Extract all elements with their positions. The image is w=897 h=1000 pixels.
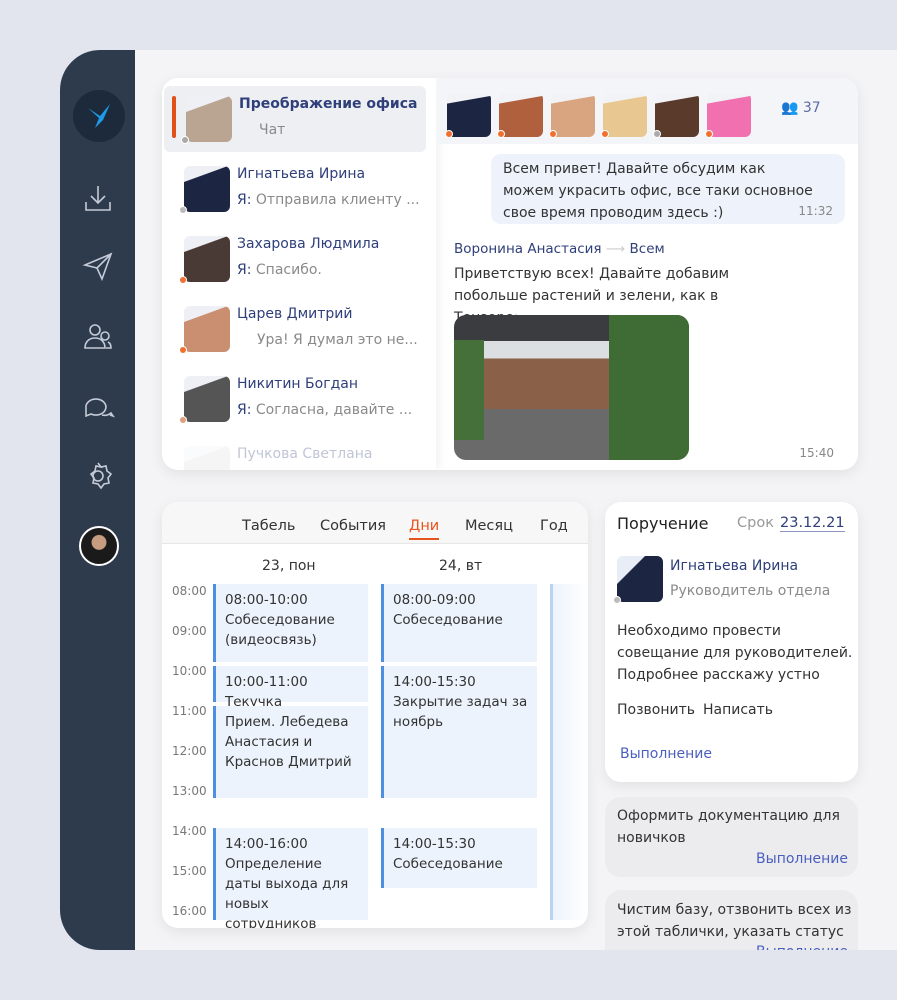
members-icon: 👥 <box>781 100 799 116</box>
chat-avatar <box>184 166 230 212</box>
status-dot <box>705 130 713 138</box>
members-count-button[interactable]: 👥 37 <box>781 100 821 116</box>
task-item[interactable]: Оформить документацию для новичков Выпол… <box>605 797 858 877</box>
hour-label: 08:00 <box>172 584 207 598</box>
chat-avatar <box>184 446 230 470</box>
office-photo[interactable] <box>454 315 689 460</box>
member-avatar[interactable] <box>499 93 543 137</box>
sidebar <box>60 50 135 950</box>
status-dot <box>179 206 187 214</box>
calendar-event[interactable]: 08:00-09:00 Собеседование <box>381 584 537 662</box>
status-link[interactable]: Выполнение <box>756 942 848 950</box>
status-dot <box>497 130 505 138</box>
members-bar: 👥 37 <box>437 78 858 144</box>
member-avatar[interactable] <box>447 93 491 137</box>
person-role: Руководитель отдела <box>670 583 831 599</box>
tab-month[interactable]: Месяц <box>465 518 513 534</box>
task-item[interactable]: Чистим базу, отзвонить всех из этой табл… <box>605 890 858 950</box>
message-header: Воронина Анастасия ⟶ Всем <box>454 241 665 257</box>
tab-tabel[interactable]: Табель <box>242 518 295 534</box>
status-dot <box>613 596 621 604</box>
day-header: 24, вт <box>439 558 483 574</box>
chat-avatar <box>184 236 230 282</box>
logo-icon[interactable] <box>73 90 125 142</box>
call-button[interactable]: Позвонить <box>617 700 695 720</box>
tab-days[interactable]: Дни <box>409 518 440 540</box>
calendar-panel: Табель События Дни Месяц Год 23, пон 24,… <box>162 502 588 928</box>
arrow-icon: ⟶ <box>605 241 626 257</box>
calendar-event[interactable]: 14:00-15:30 Закрытие задач за ноябрь <box>381 666 537 798</box>
person-name[interactable]: Игнатьева Ирина <box>670 558 798 574</box>
chat-icon[interactable] <box>80 388 116 424</box>
hour-label: 16:00 <box>172 904 207 918</box>
avatar[interactable] <box>79 526 119 566</box>
task-title: Поручение <box>617 514 709 533</box>
calendar-tabs: Табель События Дни Месяц Год <box>162 502 588 544</box>
day-header: 23, пон <box>262 558 316 574</box>
task-card: Поручение Срок 23.12.21 Игнатьева Ирина … <box>605 502 858 782</box>
status-dot <box>445 130 453 138</box>
status-dot <box>179 276 187 284</box>
hour-label: 11:00 <box>172 704 207 718</box>
deadline-date[interactable]: 23.12.21 <box>780 515 845 532</box>
tab-year[interactable]: Год <box>540 518 568 534</box>
conversation: 👥 37 Всем привет! Давайте обсудим как мо… <box>437 78 858 470</box>
gear-icon[interactable] <box>80 458 116 494</box>
calendar-event[interactable]: 14:00-16:00 Определение даты выхода для н… <box>213 828 368 928</box>
download-icon[interactable] <box>80 180 116 216</box>
member-avatar[interactable] <box>551 93 595 137</box>
chat-list: Преображение офиса Чат Игнатьева Ирина Я… <box>162 78 436 470</box>
tab-events[interactable]: События <box>320 518 386 534</box>
chat-list-item[interactable]: Царев Дмитрий Ура! Я думал это не... <box>162 296 436 362</box>
member-avatar[interactable] <box>603 93 647 137</box>
hour-label: 09:00 <box>172 624 207 638</box>
deadline-label: Срок <box>737 515 774 531</box>
status-dot <box>549 130 557 138</box>
calendar-event[interactable]: Прием. Лебедева Анастасия и Краснов Дмит… <box>213 706 368 798</box>
member-avatar[interactable] <box>655 93 699 137</box>
hour-label: 13:00 <box>172 784 207 798</box>
status-dot <box>181 136 189 144</box>
my-message: Всем привет! Давайте обсудим как можем у… <box>491 154 845 224</box>
person-avatar[interactable] <box>617 556 663 602</box>
send-icon[interactable] <box>80 248 116 284</box>
hour-label: 10:00 <box>172 664 207 678</box>
task-text: Необходимо провести совещание для руково… <box>617 623 853 683</box>
chat-avatar <box>184 306 230 352</box>
write-button[interactable]: Написать <box>703 700 773 720</box>
calendar-event[interactable]: 10:00-11:00 Текучка <box>213 666 368 710</box>
status-link[interactable]: Выполнение <box>756 849 848 869</box>
author-link[interactable]: Воронина Анастасия <box>454 241 602 257</box>
chat-list-item[interactable]: Преображение офиса Чат <box>164 86 426 152</box>
status-dot <box>653 130 661 138</box>
calendar-event[interactable]: 08:00-10:00 Собеседование (видеосвязь) <box>213 584 368 662</box>
recipient-link[interactable]: Всем <box>630 241 665 257</box>
contacts-icon[interactable] <box>80 318 116 354</box>
chat-list-item[interactable]: Игнатьева Ирина Я: Отправила клиенту ... <box>162 156 436 222</box>
chat-panel: Преображение офиса Чат Игнатьева Ирина Я… <box>162 78 858 470</box>
status-button[interactable]: Выполнение <box>620 744 712 764</box>
status-dot <box>179 416 187 424</box>
status-dot <box>601 130 609 138</box>
hour-label: 14:00 <box>172 824 207 838</box>
calendar-event[interactable]: 14:00-15:30 Собеседование <box>381 828 537 888</box>
chat-list-item[interactable]: Пучкова Светлана <box>162 436 436 470</box>
next-day-column <box>550 584 588 920</box>
hour-label: 15:00 <box>172 864 207 878</box>
status-dot <box>179 346 187 354</box>
chat-list-item[interactable]: Никитин Богдан Я: Согласна, давайте ... <box>162 366 436 432</box>
chat-list-item[interactable]: Захарова Людмила Я: Спасибо. <box>162 226 436 292</box>
hour-label: 12:00 <box>172 744 207 758</box>
chat-avatar <box>186 96 232 142</box>
chat-avatar <box>184 376 230 422</box>
member-avatar[interactable] <box>707 93 751 137</box>
